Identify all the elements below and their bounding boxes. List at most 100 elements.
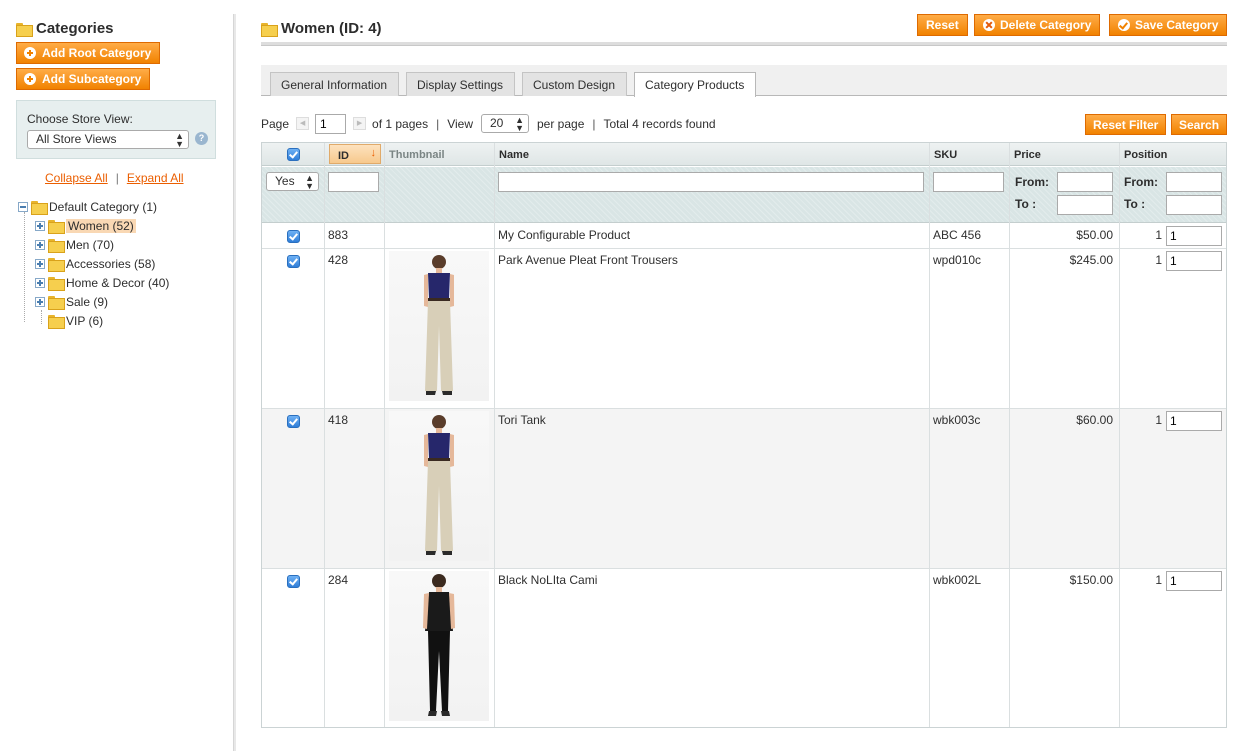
add-subcategory-button[interactable]: Add Subcategory	[16, 68, 151, 90]
row-sku: wbk002L	[933, 573, 982, 587]
pager-separator: |	[436, 116, 440, 131]
store-view-value: All Store Views	[36, 132, 117, 146]
select-arrows-icon: ▲ ▼	[175, 131, 184, 149]
next-page-icon[interactable]: ▶	[353, 117, 367, 130]
tree-node-label: VIP (6)	[66, 314, 104, 328]
save-category-label: Save Category	[1135, 18, 1219, 32]
folder-icon	[48, 220, 65, 234]
expand-icon[interactable]	[35, 278, 45, 288]
expand-all-link[interactable]: Expand All	[127, 171, 184, 185]
row-sku: ABC 456	[933, 228, 982, 242]
id-filter-input[interactable]	[328, 172, 379, 192]
select-all-checkbox[interactable]	[287, 148, 300, 161]
position-to-input[interactable]	[1166, 195, 1222, 215]
plus-icon	[24, 47, 36, 59]
tree-node-default-category[interactable]: Default Category (1)	[18, 198, 157, 216]
collapse-icon[interactable]	[18, 202, 28, 212]
row-sku: wpd010c	[933, 253, 982, 267]
sku-filter-input[interactable]	[933, 172, 1004, 192]
row-position-input[interactable]	[1166, 251, 1222, 271]
model-tank-image	[424, 415, 454, 555]
model-trousers-image	[424, 255, 454, 395]
reset-label: Reset	[926, 18, 959, 32]
expand-icon[interactable]	[35, 297, 45, 307]
row-price: $150.00	[1069, 573, 1113, 587]
total-records: Total 4 records found	[603, 116, 716, 131]
position-to-label: To :	[1124, 197, 1146, 211]
select-arrows-icon: ▲ ▼	[305, 173, 314, 191]
folder-icon	[31, 201, 48, 215]
tab-general-information[interactable]: General Information	[270, 72, 399, 96]
reset-button[interactable]: Reset	[917, 14, 968, 36]
expand-icon[interactable]	[35, 240, 45, 250]
row-price: $50.00	[1076, 228, 1113, 242]
store-view-select[interactable]: All Store Views ▲ ▼	[27, 130, 189, 149]
position-from-input[interactable]	[1166, 172, 1222, 192]
row-id: 284	[328, 573, 349, 587]
name-filter-input[interactable]	[498, 172, 924, 192]
tree-node-label: Accessories (58)	[66, 257, 156, 271]
table-row[interactable]: 284 Black NoLIta Cami wbk002L $150.00 1	[262, 569, 1226, 727]
price-to-input[interactable]	[1057, 195, 1113, 215]
tree-node-sale[interactable]: Sale (9)	[35, 293, 108, 311]
column-header-id-label: ID	[338, 150, 349, 162]
row-name: Black NoLIta Cami	[498, 573, 598, 587]
checkmark-icon	[1118, 19, 1130, 31]
column-header-price[interactable]: Price	[1014, 149, 1041, 161]
column-header-thumbnail: Thumbnail	[389, 149, 445, 161]
price-from-input[interactable]	[1057, 172, 1113, 192]
row-position-text: 1	[1155, 253, 1162, 267]
tree-node-accessories[interactable]: Accessories (58)	[35, 255, 155, 273]
row-position-input[interactable]	[1166, 226, 1222, 246]
tab-category-products[interactable]: Category Products	[634, 72, 756, 97]
folder-icon	[48, 315, 65, 329]
expand-icon[interactable]	[35, 221, 45, 231]
column-header-sku[interactable]: SKU	[934, 149, 957, 161]
table-row[interactable]: 418 Tori Tank wbk003c $60.00 1	[262, 409, 1226, 569]
tab-display-settings[interactable]: Display Settings	[406, 72, 515, 96]
in-category-filter-select[interactable]: Yes ▲ ▼	[266, 172, 319, 191]
column-header-name[interactable]: Name	[499, 149, 529, 161]
table-row[interactable]: 428 Park Avenue Pleat Front Trousers wpd…	[262, 249, 1226, 409]
row-position-text: 1	[1155, 573, 1162, 587]
help-icon[interactable]: ?	[195, 132, 208, 145]
left-sidebar: Categories Add Root Category Add Subcate…	[0, 0, 234, 751]
row-checkbox[interactable]	[287, 575, 300, 588]
per-page-value: 20	[490, 116, 504, 130]
tree-node-women[interactable]: Women (52)	[35, 217, 136, 235]
add-root-category-button[interactable]: Add Root Category	[16, 42, 161, 64]
table-row[interactable]: 883 My Configurable Product ABC 456 $50.…	[262, 224, 1226, 249]
prev-page-icon[interactable]: ◀	[296, 117, 310, 130]
view-label: View	[447, 116, 473, 131]
pager-separator: |	[592, 116, 596, 131]
tree-node-vip[interactable]: VIP (6)	[48, 312, 103, 330]
tree-node-men[interactable]: Men (70)	[35, 236, 114, 254]
row-position-input[interactable]	[1166, 411, 1222, 431]
reset-filter-button[interactable]: Reset Filter	[1085, 114, 1167, 135]
folder-icon	[48, 296, 65, 310]
title-divider	[261, 42, 1227, 46]
tab-custom-design[interactable]: Custom Design	[522, 72, 627, 96]
save-category-button[interactable]: Save Category	[1109, 14, 1228, 36]
page-title-text: Women (ID: 4)	[281, 20, 382, 37]
row-checkbox[interactable]	[287, 415, 300, 428]
row-checkbox[interactable]	[287, 230, 300, 243]
product-thumbnail	[389, 411, 489, 561]
expand-icon[interactable]	[35, 259, 45, 269]
in-category-filter-value: Yes	[275, 174, 295, 188]
tree-node-label: Sale (9)	[66, 295, 109, 309]
delete-category-button[interactable]: Delete Category	[974, 14, 1101, 36]
store-view-label: Choose Store View:	[27, 112, 133, 126]
row-checkbox[interactable]	[287, 255, 300, 268]
per-page-select[interactable]: 20 ▲ ▼	[481, 114, 529, 133]
column-header-position[interactable]: Position	[1124, 149, 1167, 161]
column-header-id[interactable]: ID ↓	[329, 144, 381, 164]
page-number-input[interactable]	[315, 113, 347, 134]
search-button[interactable]: Search	[1171, 114, 1228, 135]
collapse-all-link[interactable]: Collapse All	[45, 171, 108, 185]
tree-links: Collapse All | Expand All	[45, 171, 184, 185]
row-price: $60.00	[1076, 413, 1113, 427]
row-name: My Configurable Product	[498, 228, 631, 242]
tree-node-home-decor[interactable]: Home & Decor (40)	[35, 274, 169, 292]
row-position-input[interactable]	[1166, 571, 1222, 591]
